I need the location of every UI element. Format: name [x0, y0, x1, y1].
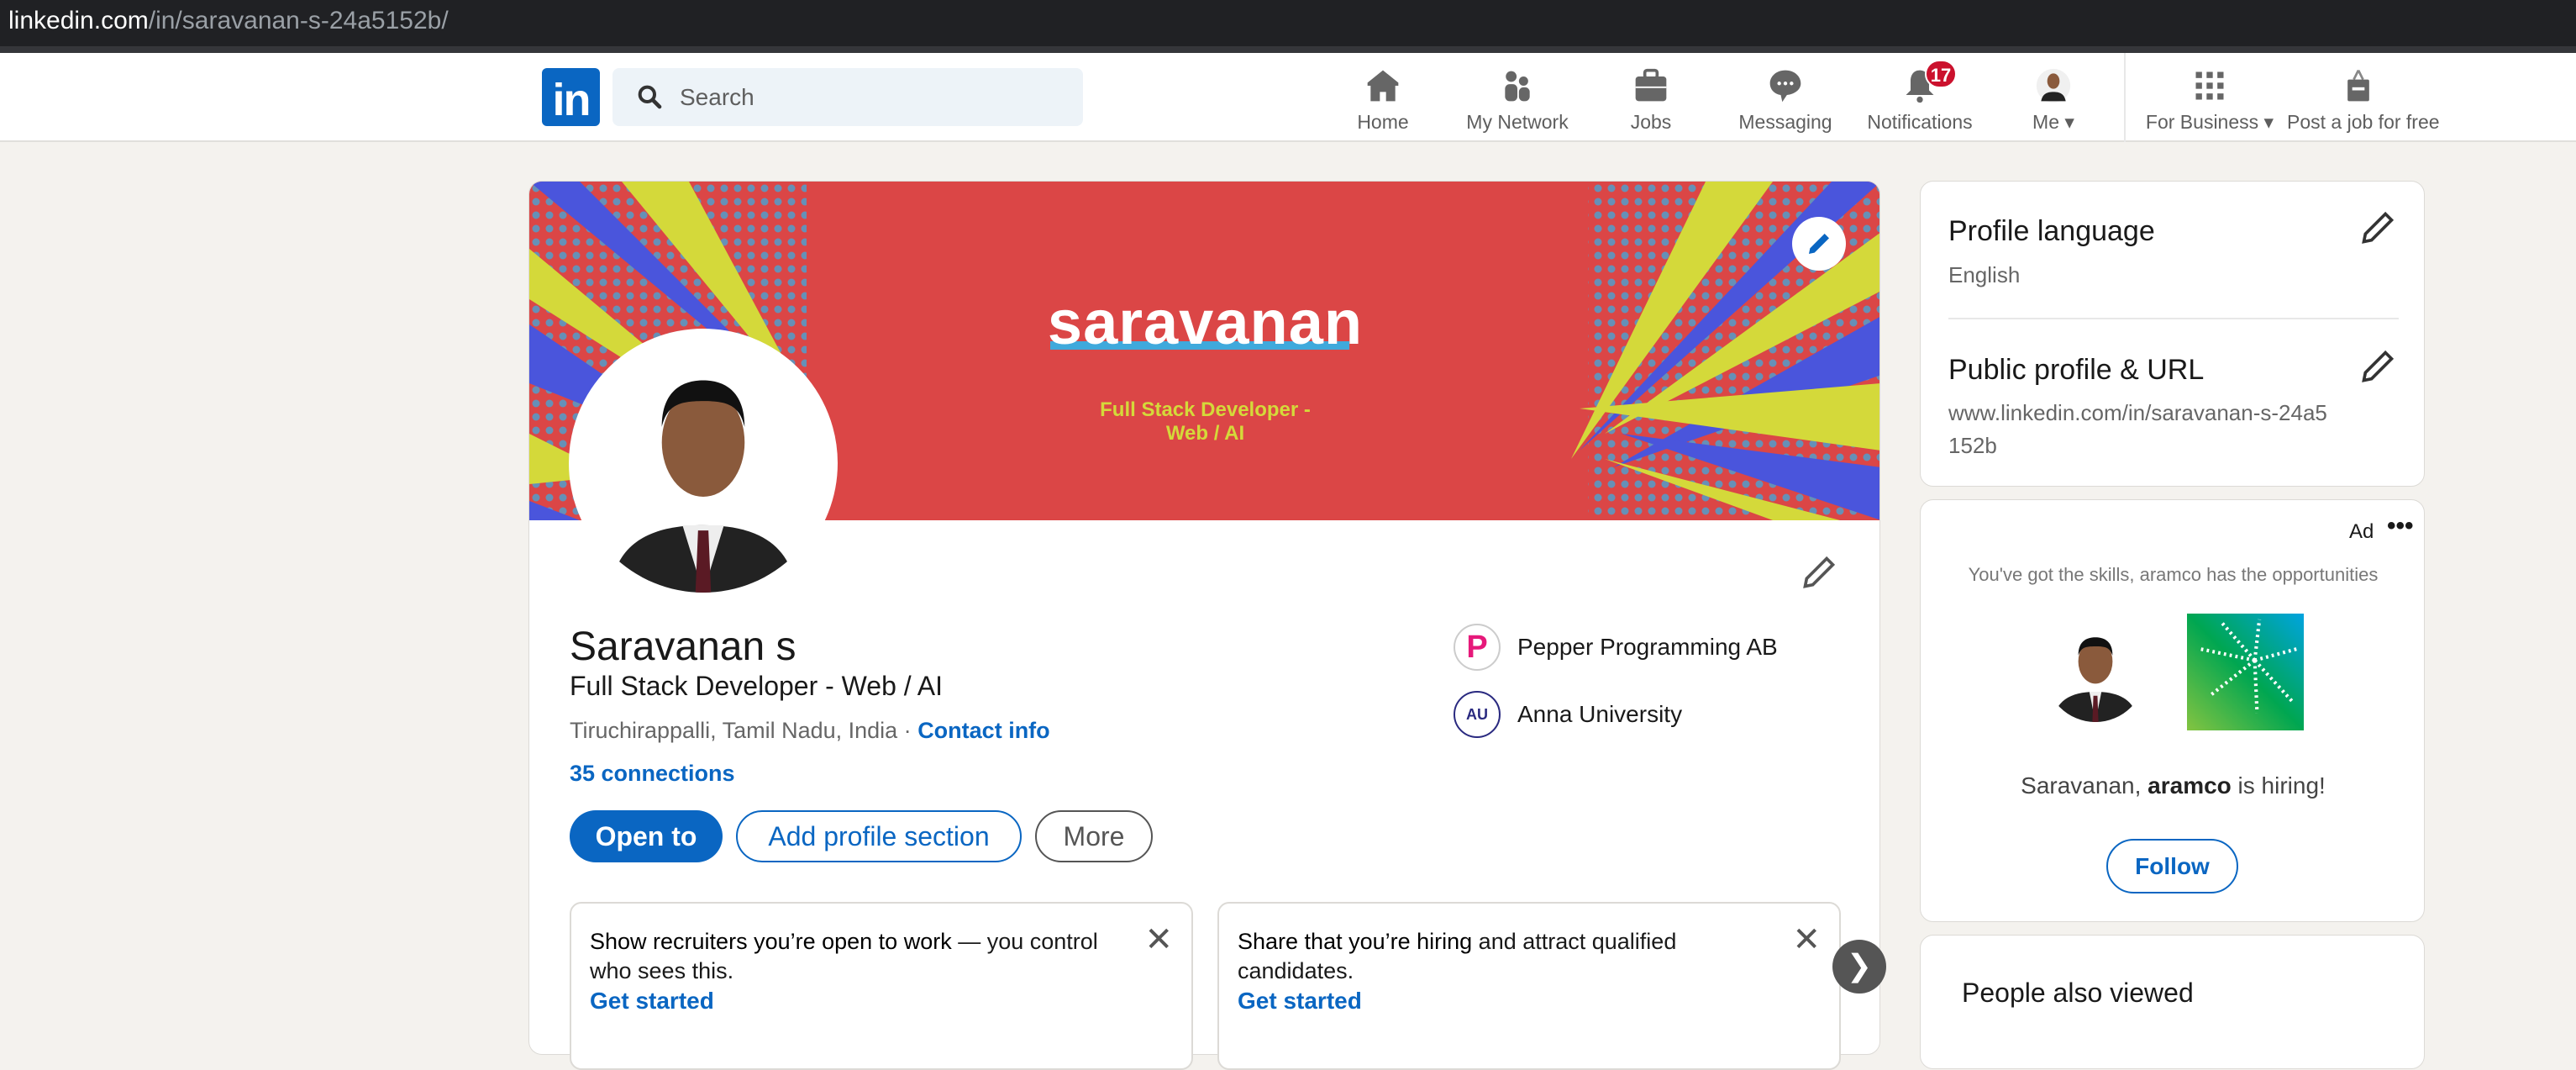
profile-photo-image — [574, 334, 833, 593]
edit-language-pencil-icon[interactable] — [2359, 209, 2396, 246]
edit-banner-button[interactable] — [1792, 217, 1846, 271]
close-icon[interactable]: ✕ — [1144, 920, 1173, 959]
nav-label: My Network — [1466, 111, 1569, 133]
add-profile-section-button[interactable]: Add profile section — [736, 810, 1022, 862]
get-started-link[interactable]: Get started — [590, 988, 714, 1015]
url-domain: linkedin.com — [8, 7, 149, 34]
nav-label: Me ▾ — [2032, 111, 2074, 133]
notification-badge: 17 — [1925, 60, 1957, 88]
avatar — [2036, 68, 2071, 103]
profile-name: Saravanan s — [570, 625, 796, 669]
aramco-logo — [2187, 614, 2304, 730]
connections-link[interactable]: 35 connections — [570, 761, 735, 787]
follow-button[interactable]: Follow — [2106, 839, 2238, 893]
pencil-icon — [1809, 234, 1829, 254]
ad-tagline: You've got the skills, aramco has the op… — [1968, 564, 2379, 585]
linkedin-logo[interactable]: in — [542, 68, 600, 126]
people-also-viewed-title: People also viewed — [1962, 978, 2194, 1008]
profile-headline: Full Stack Developer - Web / AI — [570, 671, 944, 701]
briefcase-icon — [1635, 68, 1667, 102]
contact-info-link[interactable]: Contact info — [917, 718, 1049, 743]
nav-label: Messaging — [1738, 111, 1832, 133]
edit-url-pencil-icon[interactable] — [2359, 348, 2396, 385]
nav-label: Notifications — [1867, 111, 1973, 133]
people-also-viewed-card: People also viewed — [1920, 935, 2425, 1069]
home-icon — [1367, 70, 1399, 102]
nav-label: Jobs — [1630, 111, 1672, 133]
nav-for-business[interactable]: For Business ▾ — [2138, 64, 2281, 134]
suggestion-card: Share that you’re hiring and attract qua… — [1217, 902, 1841, 1070]
edit-intro-pencil-icon[interactable] — [1801, 554, 1837, 591]
url-path: /in/saravanan-s-24a5152b/ — [148, 7, 449, 34]
profile-language-value: English — [1948, 262, 2021, 287]
company-logo: P — [1454, 624, 1501, 671]
search-icon — [638, 85, 662, 109]
open-to-button[interactable]: Open to — [570, 810, 723, 862]
profile-settings-card: Profile language English Public profile … — [1920, 181, 2425, 487]
more-button[interactable]: More — [1035, 810, 1153, 862]
grid-icon — [2195, 71, 2224, 100]
location-text: Tiruchirappalli, Tamil Nadu, India · — [570, 718, 918, 743]
suggestion-text: Share that you’re hiring and attract qua… — [1238, 929, 1677, 983]
browser-url-bar[interactable]: linkedin.com/in/saravanan-s-24a5152b/ — [0, 0, 2576, 46]
nav-divider — [2124, 53, 2126, 142]
school-logo: AU — [1454, 691, 1501, 738]
suggestion-text: Show recruiters you’re open to work — yo… — [590, 929, 1098, 983]
nav-post-job[interactable]: Post a job for free — [2287, 64, 2440, 134]
search-placeholder: Search — [680, 84, 754, 110]
browser-divider — [0, 46, 2576, 53]
ad-label: Ad — [2349, 520, 2374, 543]
nav-jobs[interactable]: Jobs — [1580, 64, 1722, 134]
network-icon — [1505, 71, 1530, 102]
nav-home[interactable]: Home — [1312, 64, 1454, 134]
profile-location: Tiruchirappalli, Tamil Nadu, India · Con… — [570, 718, 1050, 744]
chat-icon — [1769, 70, 1801, 103]
nav-label: Post a job for free — [2287, 111, 2440, 133]
job-post-icon — [2347, 70, 2369, 102]
experience-item[interactable]: P Pepper Programming AB — [1454, 622, 1778, 672]
public-profile-url: www.linkedin.com/in/saravanan-s-24a5152b — [1948, 400, 2327, 458]
url-text[interactable]: linkedin.com/in/saravanan-s-24a5152b/ — [8, 7, 449, 35]
nav-my-network[interactable]: My Network — [1446, 64, 1589, 134]
nav-label: Home — [1357, 111, 1409, 133]
nav-me[interactable]: Me ▾ — [1982, 64, 2125, 134]
more-options-icon[interactable]: ••• — [2387, 512, 2414, 540]
public-profile-title: Public profile & URL — [1948, 354, 2205, 386]
nav-notifications[interactable]: Notifications — [1848, 64, 1991, 134]
divider — [1948, 318, 2399, 319]
company-name: Pepper Programming AB — [1517, 634, 1778, 660]
nav-messaging[interactable]: Messaging — [1714, 64, 1857, 134]
suggestion-card: Show recruiters you’re open to work — yo… — [570, 902, 1193, 1070]
search-input[interactable]: Search — [612, 68, 1083, 126]
nav-label: For Business ▾ — [2145, 111, 2274, 133]
profile-language-title: Profile language — [1948, 215, 2155, 247]
ad-card: Ad ••• You've got the skills, aramco has… — [1920, 499, 2425, 922]
ad-hiring-text: Saravanan, aramco is hiring! — [2021, 772, 2326, 799]
profile-photo[interactable] — [569, 329, 838, 598]
carousel-next-button[interactable]: ❯ — [1832, 940, 1886, 994]
user-avatar — [2045, 621, 2146, 722]
education-item[interactable]: AU Anna University — [1454, 689, 1682, 740]
school-name: Anna University — [1517, 701, 1683, 727]
close-icon[interactable]: ✕ — [1792, 920, 1821, 959]
get-started-link[interactable]: Get started — [1238, 988, 1362, 1015]
